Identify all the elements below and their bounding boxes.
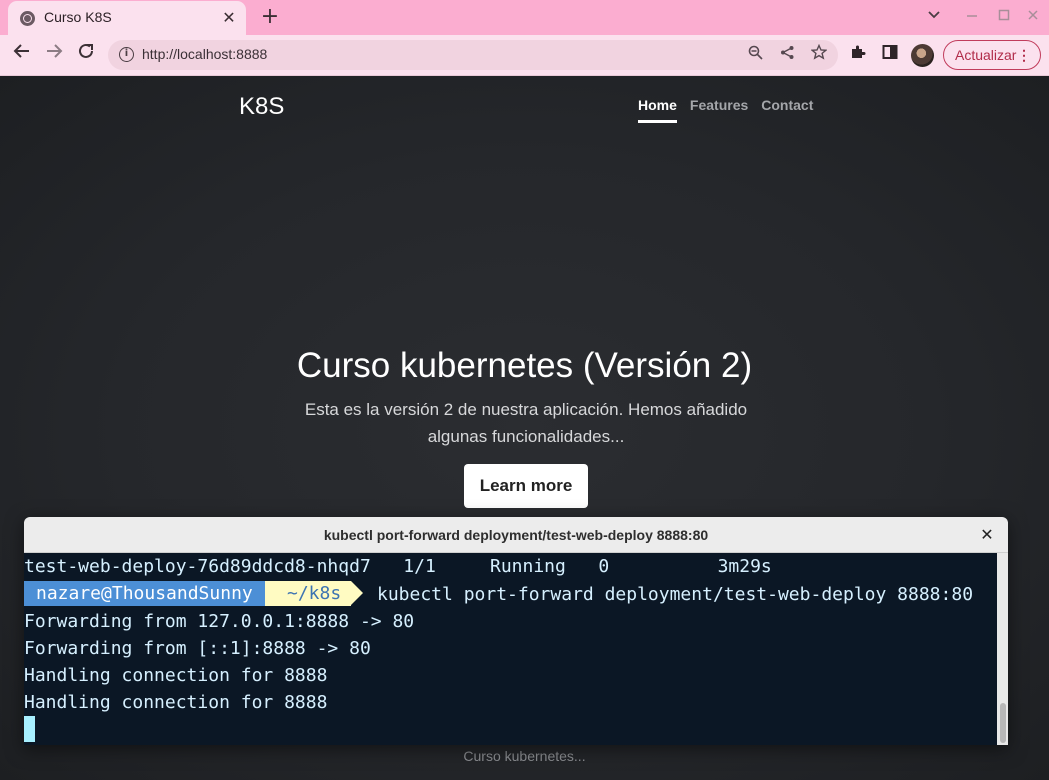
minimize-icon[interactable] — [961, 6, 983, 28]
terminal-scrollbar-thumb[interactable] — [1000, 703, 1006, 743]
browser-tab[interactable]: Curso K8S ✕ — [8, 1, 246, 35]
update-button[interactable]: Actualizar ⋮ — [943, 40, 1041, 70]
terminal-output-line: Forwarding from 127.0.0.1:8888 -> 80 — [24, 611, 415, 632]
zoom-icon[interactable] — [743, 43, 767, 67]
hero-title: Curso kubernetes (Versión 2) — [296, 346, 753, 385]
prompt-dir: ~/k8s — [265, 581, 364, 606]
nav-contact[interactable]: Contact — [761, 97, 813, 123]
tab-title: Curso K8S — [44, 9, 112, 25]
terminal-scroll-track[interactable] — [997, 553, 1008, 745]
site-info-icon[interactable]: i — [119, 47, 134, 62]
terminal-cursor — [24, 716, 35, 742]
nav-features[interactable]: Features — [690, 97, 748, 123]
terminal-titlebar[interactable]: kubectl port-forward deployment/test-web… — [24, 517, 1008, 553]
new-tab-button[interactable]: + — [258, 5, 282, 29]
share-icon[interactable] — [775, 43, 799, 67]
tab-bar: Curso K8S ✕ + — [0, 0, 1049, 35]
terminal-line-pod: test-web-deploy-76d89ddcd8-nhqd7 1/1 Run… — [24, 556, 772, 577]
terminal-output-line: Handling connection for 8888 — [24, 692, 328, 713]
footer-text: Curso kubernetes... — [463, 748, 586, 764]
hero-lead: Esta es la versión 2 de nuestra aplicaci… — [304, 400, 748, 446]
terminal-prompt-line: nazare@ThousandSunny ~/k8s kubectl port-… — [24, 581, 1008, 608]
globe-icon — [20, 11, 35, 26]
menu-kebab-icon[interactable]: ⋮ — [1017, 41, 1031, 69]
profile-avatar[interactable] — [911, 44, 934, 67]
reload-icon[interactable] — [73, 42, 99, 68]
tab-search-chevron-icon[interactable] — [923, 6, 945, 28]
window-close-icon[interactable] — [1022, 6, 1044, 28]
terminal-output-line: Forwarding from [::1]:8888 -> 80 — [24, 638, 371, 659]
nav-home[interactable]: Home — [638, 97, 677, 123]
terminal-output-line: Handling connection for 8888 — [24, 665, 328, 686]
address-bar[interactable]: i http://localhost:8888 — [108, 40, 838, 70]
prompt-user: nazare@ThousandSunny — [24, 581, 277, 606]
url-text[interactable]: http://localhost:8888 — [142, 46, 267, 62]
site-brand[interactable]: K8S — [239, 93, 284, 121]
browser-toolbar: i http://localhost:8888 Actualizar ⋮ — [0, 35, 1049, 76]
update-label: Actualizar — [955, 47, 1017, 63]
extensions-puzzle-icon[interactable] — [845, 42, 871, 68]
back-icon[interactable] — [9, 42, 35, 68]
terminal-body[interactable]: test-web-deploy-76d89ddcd8-nhqd7 1/1 Run… — [24, 553, 1008, 745]
maximize-icon[interactable] — [993, 6, 1015, 28]
learn-more-button[interactable]: Learn more — [464, 464, 588, 508]
terminal-title: kubectl port-forward deployment/test-web… — [323, 527, 709, 543]
prompt-command: kubectl port-forward deployment/test-web… — [377, 584, 974, 605]
forward-icon[interactable] — [41, 42, 67, 68]
side-panel-icon[interactable] — [877, 42, 903, 68]
terminal-close-icon[interactable]: ✕ — [976, 524, 998, 546]
bookmark-star-icon[interactable] — [807, 43, 831, 67]
tab-close-icon[interactable]: ✕ — [218, 7, 240, 29]
terminal-window[interactable]: kubectl port-forward deployment/test-web… — [24, 517, 1008, 745]
site-nav: Home Features Contact — [638, 97, 826, 123]
